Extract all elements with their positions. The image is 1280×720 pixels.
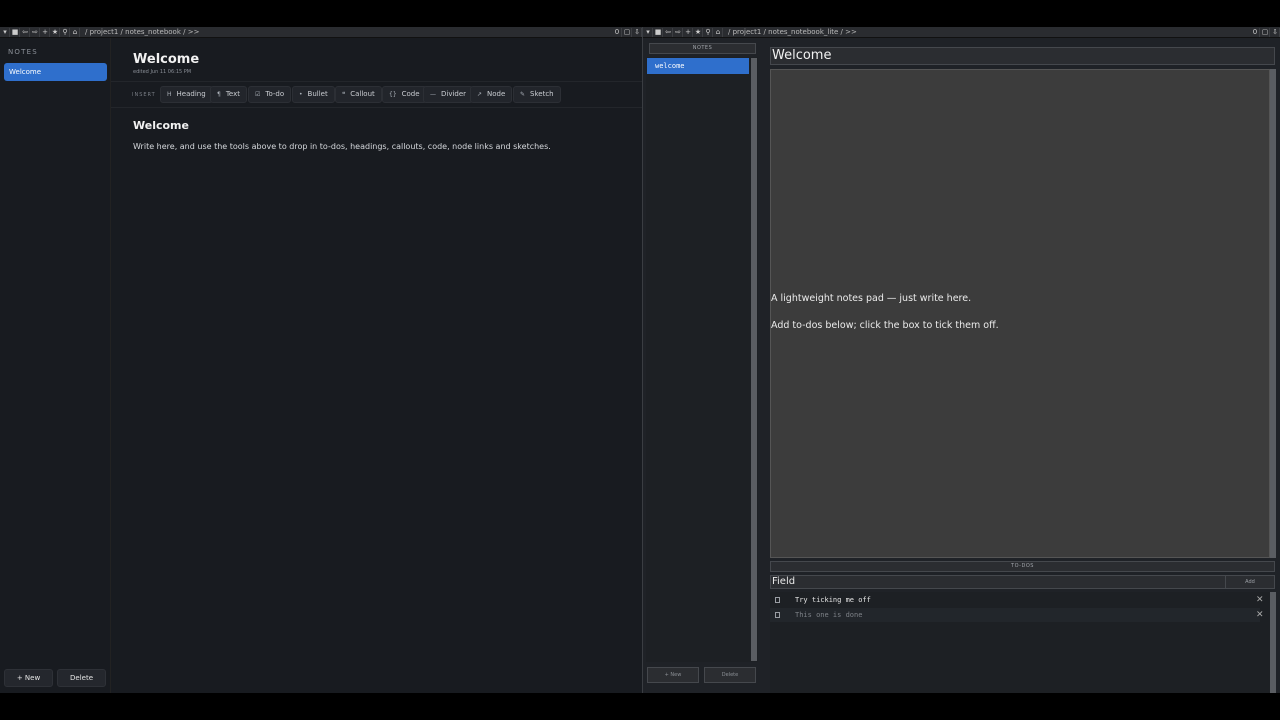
todo-item[interactable]: This one is done ✕ xyxy=(770,608,1264,622)
note-editor: Welcome edited Jun 11 06:15 PM INSERT HH… xyxy=(111,38,642,693)
todo-checkbox[interactable] xyxy=(775,597,780,603)
bullet-icon: • xyxy=(299,91,303,98)
insert-node-button[interactable]: ↗ Node xyxy=(470,86,513,103)
document-heading[interactable]: Welcome xyxy=(133,119,189,132)
breadcrumb[interactable]: / project1 / notes_notebook / >> xyxy=(85,28,199,36)
window-icon[interactable]: ▢ xyxy=(623,27,632,37)
note-body-textarea[interactable]: A lightweight notes pad — just write her… xyxy=(770,69,1270,558)
insert-button-label: To-do xyxy=(265,90,285,98)
todo-text: Try ticking me off xyxy=(795,596,871,604)
close-icon[interactable]: ✕ xyxy=(1256,593,1264,607)
pencil-icon: ✎ xyxy=(520,91,526,98)
add-todo-button[interactable]: Add xyxy=(1225,575,1275,589)
todos-header: TO-DOS xyxy=(770,561,1275,572)
counter: 0 xyxy=(613,27,622,37)
new-note-button[interactable]: + New xyxy=(4,669,53,687)
insert-sketch-button[interactable]: ✎ Sketch xyxy=(513,86,561,103)
body-scrollbar[interactable] xyxy=(1270,69,1276,558)
letterbox-top xyxy=(0,0,1280,27)
counter: 0 xyxy=(1251,27,1260,37)
dropdown-icon[interactable]: ▾ xyxy=(644,27,653,37)
notes-sidebar: NOTES Welcome + New Delete xyxy=(0,38,111,693)
star-icon[interactable]: ★ xyxy=(51,27,60,37)
new-note-button[interactable]: + New xyxy=(647,667,699,683)
todo-checkbox[interactable] xyxy=(775,612,780,618)
todo-list-scrollbar[interactable] xyxy=(1270,592,1276,693)
insert-button-label: Bullet xyxy=(307,90,328,98)
note-title[interactable]: Welcome xyxy=(133,52,199,67)
insert-button-label: Sketch xyxy=(530,90,554,98)
insert-button-label: Text xyxy=(225,90,240,98)
todo-item[interactable]: Try ticking me off ✕ xyxy=(770,593,1264,607)
dropdown-icon[interactable]: ▾ xyxy=(1,27,10,37)
insert-text-button[interactable]: ¶ Text xyxy=(210,86,247,103)
node-toolbar: ▾ ■ ⇦ ⇨ + ★ ⚲ ⌂ / project1 / notes_noteb… xyxy=(0,27,642,38)
divider xyxy=(111,107,642,108)
code-icon: {} xyxy=(389,91,397,98)
download-icon[interactable]: ⇩ xyxy=(1271,27,1280,37)
letterbox-bottom xyxy=(0,693,1280,720)
heading-icon: H xyxy=(167,91,172,98)
search-icon[interactable]: ⚲ xyxy=(704,27,713,37)
todo-text: This one is done xyxy=(795,611,863,619)
note-title-field[interactable]: Welcome xyxy=(770,47,1275,65)
forward-icon[interactable]: ⇨ xyxy=(674,27,683,37)
notes-list-scrollbar[interactable] xyxy=(751,58,757,661)
back-icon[interactable]: ⇦ xyxy=(21,27,30,37)
edited-timestamp: edited Jun 11 06:15 PM xyxy=(133,69,192,75)
quote-icon: ❝ xyxy=(342,91,346,98)
checkbox-icon: ☑ xyxy=(255,91,261,98)
insert-bullet-button[interactable]: • Bullet xyxy=(292,86,335,103)
insert-label: INSERT xyxy=(132,92,156,98)
notes-notebook-window: ▾ ■ ⇦ ⇨ + ★ ⚲ ⌂ / project1 / notes_noteb… xyxy=(0,27,642,693)
insert-todo-button[interactable]: ☑ To-do xyxy=(248,86,292,103)
todo-list: Try ticking me off ✕ This one is done ✕ xyxy=(770,592,1270,693)
insert-button-label: Divider xyxy=(441,90,467,98)
note-item-welcome[interactable]: Welcome xyxy=(4,63,107,81)
insert-button-label: Heading xyxy=(176,90,206,98)
download-icon[interactable]: ⇩ xyxy=(633,27,642,37)
divider-icon: — xyxy=(430,91,436,98)
insert-heading-button[interactable]: H Heading xyxy=(160,86,213,103)
delete-note-button[interactable]: Delete xyxy=(57,669,106,687)
close-icon[interactable]: ✕ xyxy=(1256,608,1264,622)
forward-icon[interactable]: ⇨ xyxy=(31,27,40,37)
body-line: A lightweight notes pad — just write her… xyxy=(771,293,972,304)
body-line: Add to-dos below; click the box to tick … xyxy=(771,320,999,331)
sidebar-heading: NOTES xyxy=(8,48,38,56)
note-item-welcome[interactable]: welcome xyxy=(647,58,749,74)
notes-listbox[interactable] xyxy=(646,57,758,662)
insert-code-button[interactable]: {} Code xyxy=(382,86,427,103)
delete-note-button[interactable]: Delete xyxy=(704,667,756,683)
todo-input-field[interactable]: Field xyxy=(770,575,1226,589)
lock-icon[interactable]: ⌂ xyxy=(714,27,723,37)
add-icon[interactable]: + xyxy=(684,27,693,37)
node-toolbar: ▾ ■ ⇦ ⇨ + ★ ⚲ ⌂ / project1 / notes_noteb… xyxy=(643,27,1280,38)
back-icon[interactable]: ⇦ xyxy=(664,27,673,37)
notes-notebook-lite-window: ▾ ■ ⇦ ⇨ + ★ ⚲ ⌂ / project1 / notes_noteb… xyxy=(643,27,1280,693)
star-icon[interactable]: ★ xyxy=(694,27,703,37)
paragraph-icon: ¶ xyxy=(217,91,221,98)
document-paragraph[interactable]: Write here, and use the tools above to d… xyxy=(133,142,551,151)
insert-divider-button[interactable]: — Divider xyxy=(423,86,474,103)
notes-list-panel: NOTES welcome + New Delete xyxy=(646,38,759,693)
divider xyxy=(111,81,642,82)
lock-icon[interactable]: ⌂ xyxy=(71,27,80,37)
stop-icon[interactable]: ■ xyxy=(654,27,663,37)
window-icon[interactable]: ▢ xyxy=(1261,27,1270,37)
breadcrumb[interactable]: / project1 / notes_notebook_lite / >> xyxy=(728,28,857,36)
note-editor: Welcome A lightweight notes pad — just w… xyxy=(770,38,1276,693)
notes-list-header: NOTES xyxy=(649,43,756,54)
insert-button-label: Code xyxy=(401,90,420,98)
insert-callout-button[interactable]: ❝ Callout xyxy=(335,86,382,103)
stop-icon[interactable]: ■ xyxy=(11,27,20,37)
insert-button-label: Callout xyxy=(350,90,375,98)
search-icon[interactable]: ⚲ xyxy=(61,27,70,37)
insert-button-label: Node xyxy=(487,90,506,98)
link-arrow-icon: ↗ xyxy=(477,91,483,98)
add-icon[interactable]: + xyxy=(41,27,50,37)
